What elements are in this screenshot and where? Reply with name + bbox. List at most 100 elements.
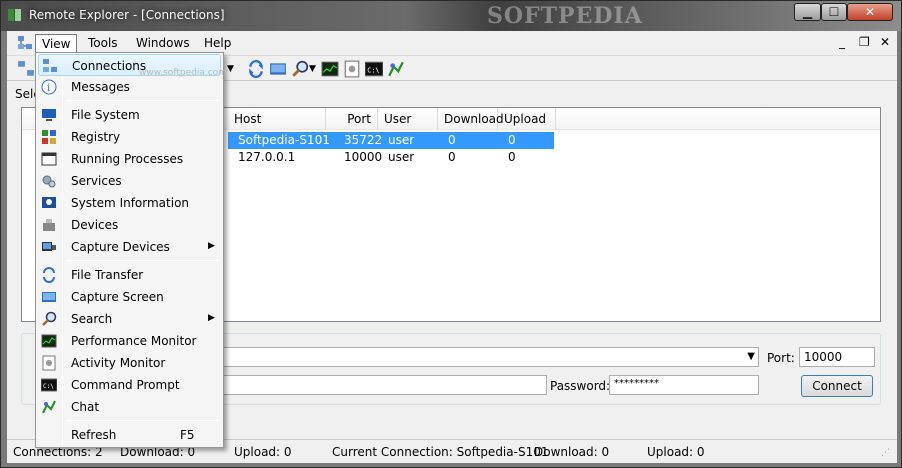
- menu-item-services[interactable]: Services: [38, 170, 221, 192]
- menu-item-registry[interactable]: Registry: [38, 126, 221, 148]
- menu-item-label: Registry: [71, 130, 121, 144]
- menu-item-label: File Transfer: [71, 268, 144, 282]
- title-bar[interactable]: Remote Explorer - [Connections] SOFTPEDI…: [1, 1, 901, 31]
- menu-item-performance-monitor[interactable]: Performance Monitor: [38, 330, 221, 352]
- activity-icon: [42, 355, 56, 371]
- cell-host: 127.0.0.1: [238, 150, 296, 164]
- menu-item-label: Activity Monitor: [71, 356, 166, 370]
- system-info-icon: [42, 197, 56, 208]
- menu-item-label: Refresh: [71, 428, 117, 442]
- capture-devices-icon: [42, 242, 56, 251]
- cell-user: user: [388, 150, 415, 164]
- minimize-button[interactable]: ▁: [794, 3, 821, 21]
- computer-icon: [42, 109, 56, 121]
- softpedia-watermark: SOFTPEDIA: [487, 3, 643, 29]
- view-menu-dropdown: Connections www.softpedia.com i Messages…: [35, 52, 227, 448]
- mdi-minimize-icon[interactable]: _: [839, 35, 845, 49]
- cell-upload: 0: [508, 150, 516, 164]
- menu-item-capture-screen[interactable]: Capture Screen: [38, 286, 221, 308]
- user-input[interactable]: [203, 375, 547, 395]
- performance-icon: [41, 334, 57, 348]
- menu-item-activity-monitor[interactable]: Activity Monitor: [38, 352, 221, 374]
- info-icon: i: [41, 79, 57, 95]
- menu-item-refresh[interactable]: Refresh F5: [38, 424, 221, 446]
- window-title: Remote Explorer - [Connections]: [29, 8, 225, 22]
- menu-item-file-system[interactable]: File System: [38, 104, 221, 126]
- menu-separator: [66, 260, 219, 261]
- menu-item-system-information[interactable]: System Information: [38, 192, 221, 214]
- menu-item-label: Performance Monitor: [71, 334, 197, 348]
- magnifier-icon: [42, 311, 57, 326]
- status-upload: Upload: 0: [234, 445, 292, 459]
- cell-host: Softpedia-S101: [238, 133, 330, 147]
- status-cur-upload: Upload: 0: [647, 445, 705, 459]
- performance-icon[interactable]: [321, 60, 339, 78]
- app-icon: [8, 9, 21, 21]
- screen-icon: [42, 292, 56, 302]
- submenu-arrow-icon: ▶: [208, 313, 215, 323]
- menu-windows[interactable]: Windows: [130, 34, 196, 52]
- col-host[interactable]: Host: [228, 108, 326, 130]
- mdi-close-icon[interactable]: ✕: [880, 35, 890, 49]
- host-combo[interactable]: ▼: [203, 347, 759, 367]
- col-upload[interactable]: Upload: [498, 108, 556, 130]
- menu-item-command-prompt[interactable]: C:\ Command Prompt: [38, 374, 221, 396]
- chevron-down-icon[interactable]: ▼: [747, 351, 755, 362]
- cell-download: 0: [448, 133, 456, 147]
- screen-icon[interactable]: [269, 60, 287, 78]
- menu-view[interactable]: View: [35, 34, 78, 52]
- dropdown-arrow-icon[interactable]: ▼: [227, 64, 245, 82]
- transfer-icon: [43, 267, 55, 283]
- menu-item-label: Services: [71, 174, 122, 188]
- menu-separator: [66, 420, 219, 421]
- menu-item-label: Capture Screen: [71, 290, 164, 304]
- devices-icon: [43, 219, 55, 231]
- mdi-restore-icon[interactable]: ❐: [859, 35, 870, 49]
- menu-item-search[interactable]: Search ▶: [38, 308, 221, 330]
- maximize-button[interactable]: ☐: [821, 3, 847, 21]
- menu-item-label: Chat: [71, 400, 100, 414]
- menu-item-messages[interactable]: i Messages: [38, 76, 221, 98]
- menu-item-label: Running Processes: [71, 152, 184, 166]
- menu-item-file-transfer[interactable]: File Transfer: [38, 264, 221, 286]
- network-icon: [43, 59, 57, 72]
- resize-grip-icon[interactable]: ⋰: [881, 448, 890, 458]
- window-icon: [41, 152, 57, 166]
- menu-item-chat[interactable]: Chat: [38, 396, 221, 418]
- transfer-icon[interactable]: [247, 60, 265, 78]
- port-input[interactable]: 10000: [799, 347, 875, 367]
- menu-bar: View Tools Windows Help _ ❐ ✕: [7, 31, 897, 53]
- chat-icon: [42, 400, 56, 414]
- menu-item-label: Connections: [72, 59, 147, 73]
- connect-button[interactable]: Connect: [801, 375, 873, 397]
- cell-port: 35722: [344, 133, 383, 147]
- app-window: Remote Explorer - [Connections] SOFTPEDI…: [0, 0, 902, 468]
- menu-item-label: Messages: [71, 80, 130, 94]
- menu-separator: [66, 100, 219, 101]
- menu-item-connections[interactable]: Connections www.softpedia.com: [38, 54, 227, 78]
- console-icon[interactable]: C:\: [365, 60, 383, 78]
- col-download[interactable]: Download: [438, 108, 504, 130]
- col-port[interactable]: Port: [326, 108, 378, 130]
- col-user[interactable]: User: [378, 108, 438, 130]
- activity-icon[interactable]: [343, 60, 361, 78]
- network-icon[interactable]: [17, 35, 33, 51]
- network-icon[interactable]: [17, 60, 35, 78]
- close-button[interactable]: ✕: [847, 3, 893, 21]
- menu-help[interactable]: Help: [198, 34, 237, 52]
- menu-tools[interactable]: Tools: [82, 34, 124, 52]
- menu-item-shortcut: F5: [180, 428, 195, 442]
- menu-item-running-processes[interactable]: Running Processes: [38, 148, 221, 170]
- menu-item-label: File System: [71, 108, 140, 122]
- password-label: Password:: [550, 379, 611, 393]
- cell-user: user: [388, 133, 415, 147]
- magnifier-icon[interactable]: [291, 60, 309, 78]
- svg-text:i: i: [47, 83, 50, 94]
- menu-item-devices[interactable]: Devices: [38, 214, 221, 236]
- minimize-icon: ▁: [802, 5, 813, 19]
- menu-item-capture-devices[interactable]: Capture Devices ▶: [38, 236, 221, 258]
- password-input[interactable]: *********: [609, 375, 759, 395]
- menu-item-label: Search: [71, 312, 113, 326]
- menu-item-label: Command Prompt: [71, 378, 180, 392]
- chat-icon[interactable]: [387, 60, 405, 78]
